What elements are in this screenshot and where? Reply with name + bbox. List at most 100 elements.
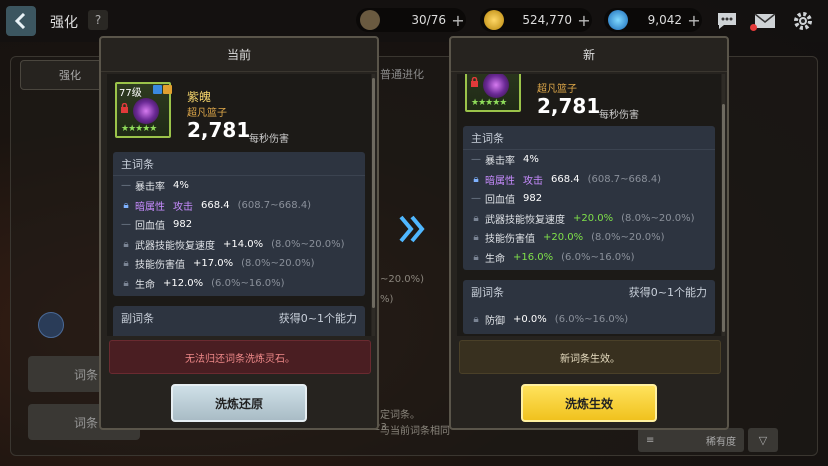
item-card: ★★★★★ — [465, 74, 521, 112]
sub-stats-box: 副词条 获得0~1个能力 — [113, 306, 365, 336]
stat-row: 🔒︎ 防御 +0.0% (6.0%~16.0%) — [463, 310, 715, 330]
stat-row: 🔒︎ 武器技能恢复速度 +14.0% (8.0%~20.0%) — [113, 235, 365, 255]
gem-value: 9,042 — [647, 13, 682, 27]
scrollbar-thumb[interactable] — [722, 104, 725, 332]
page-title: 强化 — [50, 15, 78, 31]
gem-add-button[interactable]: + — [686, 11, 702, 30]
main-stats-box: 主词条 — 暴击率 4% 🔒︎ 暗属性 攻击 668.4 (608.7~668.4) — 回血… — [463, 126, 715, 270]
lock-icon: 🔒︎ — [123, 258, 129, 270]
screen: 强化 普通进化 ~20.0%) %) 04:23 定词条。 与当前词条相同 词条… — [0, 0, 828, 466]
stamina-value: 30/76 — [411, 13, 446, 27]
irreversible-warning: 无法归还词条洗炼灵石。 — [109, 340, 371, 374]
main-stats-title: 主词条 — [113, 152, 365, 176]
gold-counter: 524,770 + — [480, 8, 592, 32]
item-rarity: 超凡篮子 — [537, 84, 577, 95]
background-hint-b: 与当前词条相同 — [380, 426, 450, 437]
scrollbar-thumb[interactable] — [372, 78, 375, 308]
dash-icon: — — [121, 219, 131, 231]
reroll-apply-button[interactable]: 洗炼生效 — [521, 384, 657, 422]
current-scrollbar[interactable] — [372, 74, 375, 336]
stat-row: — 回血值 982 — [471, 193, 543, 207]
lock-icon: 🔒︎ — [473, 251, 479, 263]
sub-stats-gain: 获得0~1个能力 — [628, 286, 707, 299]
item-level: 77级 — [119, 88, 142, 99]
lock-icon: 🔒︎ — [123, 199, 129, 211]
sort-menu-icon: ≡ — [646, 434, 655, 446]
background-range-b: %) — [380, 294, 394, 305]
stat-row: 🔒︎ 生命 +12.0% (6.0%~16.0%) — [113, 274, 365, 294]
chat-icon[interactable] — [714, 8, 740, 34]
dash-icon: — — [471, 193, 481, 205]
sub-stats-header: 副词条 获得0~1个能力 — [463, 280, 715, 304]
reroll-revert-button[interactable]: 洗炼还原 — [171, 384, 307, 422]
bonus-badge-icon — [163, 85, 172, 94]
tab-evolve[interactable]: 普通进化 — [380, 66, 424, 82]
sub-stats-title: 副词条 — [121, 312, 154, 325]
dash-icon: — — [121, 180, 131, 192]
item-rarity: 超凡篮子 — [187, 108, 227, 119]
background-hint-a: 定词条。 — [380, 410, 420, 421]
lock-icon: 🔒︎ — [473, 314, 479, 326]
lock-icon: 🔒︎ — [123, 238, 129, 250]
sub-stats-box: 副词条 获得0~1个能力 🔒︎ 防御 +0.0% (6.0%~16.0%) — [463, 280, 715, 334]
gem-counter: 9,042 + — [604, 8, 702, 32]
lock-icon: 🔒︎ — [473, 212, 479, 224]
stat-row: 🔒︎ 武器技能恢复速度 +20.0% (8.0%~20.0%) — [463, 209, 715, 229]
stamina-cup-icon — [360, 10, 380, 30]
mail-icon[interactable] — [750, 8, 778, 34]
hammer-icon[interactable] — [38, 312, 64, 338]
sort-dropdown[interactable]: ≡ 稀有度 — [638, 428, 744, 452]
purple-orb-icon — [483, 74, 509, 98]
new-dialog-title: 新 — [451, 38, 727, 72]
stamina-add-button[interactable]: + — [450, 11, 466, 30]
help-button[interactable]: ? — [88, 10, 108, 30]
current-stats-dialog: 当前 77级 ★★★★★ 紫魄 超凡篮子 2,781 每秒伤害 主词条 — 暴击率… — [99, 36, 379, 430]
item-dps: 2,781 — [537, 94, 601, 118]
apply-notice: 新词条生效。 — [459, 340, 721, 374]
sub-stats-header: 副词条 获得0~1个能力 — [113, 306, 365, 330]
item-stars: ★★★★★ — [121, 124, 157, 134]
stat-row: 🔒︎ 生命 +16.0% (6.0%~16.0%) — [463, 248, 715, 268]
filter-toggle-icon[interactable]: ▽ — [748, 428, 778, 452]
stat-row: 🔒︎ 技能伤害值 +17.0% (8.0%~20.0%) — [113, 254, 365, 274]
back-button[interactable] — [6, 6, 36, 36]
item-stars: ★★★★★ — [471, 98, 507, 108]
main-stats-box: 主词条 — 暴击率 4% 🔒︎ 暗属性 攻击 668.4 (608.7~668.4) — 回血… — [113, 152, 365, 296]
lock-icon: 🔒︎ — [473, 232, 479, 244]
gold-coin-icon — [484, 10, 504, 30]
stat-row: — 暴击率 4% — [121, 180, 189, 194]
lock-icon: 🔒︎ — [473, 173, 479, 185]
sub-stats-title: 副词条 — [471, 286, 504, 299]
stat-row: 🔒︎ 技能伤害值 +20.0% (8.0%~20.0%) — [463, 228, 715, 248]
gold-add-button[interactable]: + — [576, 11, 592, 30]
item-dps-label: 每秒伤害 — [249, 134, 289, 145]
stat-row: 🔒︎ 暗属性 攻击 668.4 (608.7~668.4) — [463, 170, 715, 190]
item-dps: 2,781 — [187, 118, 251, 142]
new-dialog-body: ★★★★★ 超凡篮子 2,781 每秒伤害 主词条 — 暴击率 4% 🔒︎ 暗属性 攻击… — [457, 74, 721, 336]
lock-icon: 🔒︎ — [123, 277, 129, 289]
stat-row: — 回血值 982 — [121, 219, 193, 233]
lock-icon — [470, 74, 479, 91]
wind-badge-icon — [153, 85, 162, 94]
stat-row: — 暴击率 4% — [471, 154, 539, 168]
chevron-left-icon — [14, 13, 26, 29]
new-stats-dialog: 新 ★★★★★ 超凡篮子 2,781 每秒伤害 主词条 — 暴击率 4% 🔒︎ 暗属性… — [449, 36, 729, 430]
sub-stats-gain: 获得0~1个能力 — [278, 312, 357, 325]
gear-icon[interactable] — [790, 8, 816, 34]
sort-label: 稀有度 — [706, 436, 736, 448]
gem-icon — [608, 10, 628, 30]
stat-row: 🔒︎ 暗属性 攻击 668.4 (608.7~668.4) — [113, 196, 365, 216]
item-dps-label: 每秒伤害 — [599, 110, 639, 121]
current-dialog-body: 77级 ★★★★★ 紫魄 超凡篮子 2,781 每秒伤害 主词条 — 暴击率 4% … — [107, 74, 371, 336]
double-chevron-right-icon — [398, 214, 428, 252]
stamina-counter: 30/76 + — [356, 8, 466, 32]
lock-icon — [120, 98, 129, 117]
mail-notification-dot — [750, 24, 757, 31]
item-card: 77级 ★★★★★ — [115, 82, 172, 138]
main-stats-title: 主词条 — [463, 126, 715, 150]
dash-icon: — — [471, 154, 481, 166]
purple-orb-icon — [133, 98, 159, 124]
new-scrollbar[interactable] — [722, 74, 725, 336]
current-dialog-title: 当前 — [101, 38, 377, 72]
gold-value: 524,770 — [522, 13, 572, 27]
